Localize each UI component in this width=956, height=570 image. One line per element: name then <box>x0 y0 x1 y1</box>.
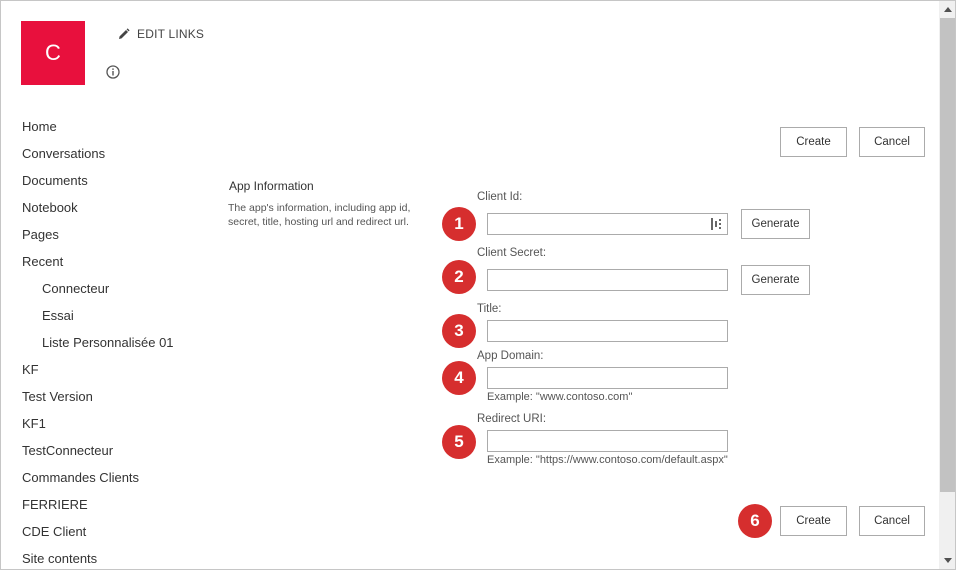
title-input[interactable] <box>487 320 728 342</box>
nav-item-kf[interactable]: KF <box>22 362 174 389</box>
annotation-badge-4: 4 <box>442 361 476 395</box>
redirect-uri-label: Redirect URI: <box>477 413 547 425</box>
app-frame: C EDIT LINKS Home Conversations Document… <box>0 0 956 570</box>
annotation-badge-3: 3 <box>442 314 476 348</box>
nav-item-documents[interactable]: Documents <box>22 173 174 200</box>
create-button-top[interactable]: Create <box>780 127 847 157</box>
nav-item-home[interactable]: Home <box>22 119 174 146</box>
client-id-label: Client Id: <box>477 191 523 203</box>
section-title: App Information <box>229 179 314 193</box>
cancel-button-bottom[interactable]: Cancel <box>859 506 925 536</box>
nav-item-test-version[interactable]: Test Version <box>22 389 174 416</box>
app-domain-label: App Domain: <box>477 350 544 362</box>
nav-item-ferriere[interactable]: FERRIERE <box>22 497 174 524</box>
redirect-uri-input[interactable] <box>487 430 728 452</box>
password-manager-icon[interactable] <box>711 218 722 230</box>
vertical-scrollbar[interactable] <box>939 1 955 569</box>
scroll-down-arrow-icon[interactable] <box>939 552 955 569</box>
section-description: The app's information, including app id,… <box>228 202 411 228</box>
annotation-badge-6: 6 <box>738 504 772 538</box>
client-secret-label: Client Secret: <box>477 247 547 259</box>
nav-item-connecteur[interactable]: Connecteur <box>22 281 174 308</box>
generate-client-id-button[interactable]: Generate <box>741 209 810 239</box>
nav-item-site-contents[interactable]: Site contents <box>22 551 174 569</box>
nav-item-pages[interactable]: Pages <box>22 227 174 254</box>
redirect-uri-example: Example: "https://www.contoso.com/defaul… <box>487 454 728 466</box>
client-secret-input[interactable] <box>487 269 728 291</box>
nav-item-kf1[interactable]: KF1 <box>22 416 174 443</box>
scrollbar-thumb[interactable] <box>940 18 955 492</box>
app-domain-example: Example: "www.contoso.com" <box>487 391 633 403</box>
nav-item-testconnecteur[interactable]: TestConnecteur <box>22 443 174 470</box>
nav-item-essai[interactable]: Essai <box>22 308 174 335</box>
site-logo-letter: C <box>45 40 61 65</box>
annotation-badge-2: 2 <box>442 260 476 294</box>
pencil-icon <box>119 27 130 39</box>
scroll-up-arrow-icon[interactable] <box>939 1 955 18</box>
create-button-bottom[interactable]: Create <box>780 506 847 536</box>
client-id-input[interactable] <box>487 213 728 235</box>
nav-item-cde-client[interactable]: CDE Client <box>22 524 174 551</box>
edit-links-label: EDIT LINKS <box>137 27 205 41</box>
annotation-badge-5: 5 <box>442 425 476 459</box>
nav-item-commandes-clients[interactable]: Commandes Clients <box>22 470 174 497</box>
cancel-button-top[interactable]: Cancel <box>859 127 925 157</box>
annotation-badge-1: 1 <box>442 207 476 241</box>
nav-item-notebook[interactable]: Notebook <box>22 200 174 227</box>
generate-client-secret-button[interactable]: Generate <box>741 265 810 295</box>
info-icon[interactable] <box>106 65 120 79</box>
nav-item-recent[interactable]: Recent <box>22 254 174 281</box>
nav-item-conversations[interactable]: Conversations <box>22 146 174 173</box>
site-logo[interactable]: C <box>21 21 85 85</box>
title-label: Title: <box>477 303 502 315</box>
app-domain-input[interactable] <box>487 367 728 389</box>
edit-links-button[interactable]: EDIT LINKS <box>117 27 204 41</box>
left-navigation: Home Conversations Documents Notebook Pa… <box>22 119 174 569</box>
nav-item-liste-personnalisee[interactable]: Liste Personnalisée 01 <box>22 335 174 362</box>
